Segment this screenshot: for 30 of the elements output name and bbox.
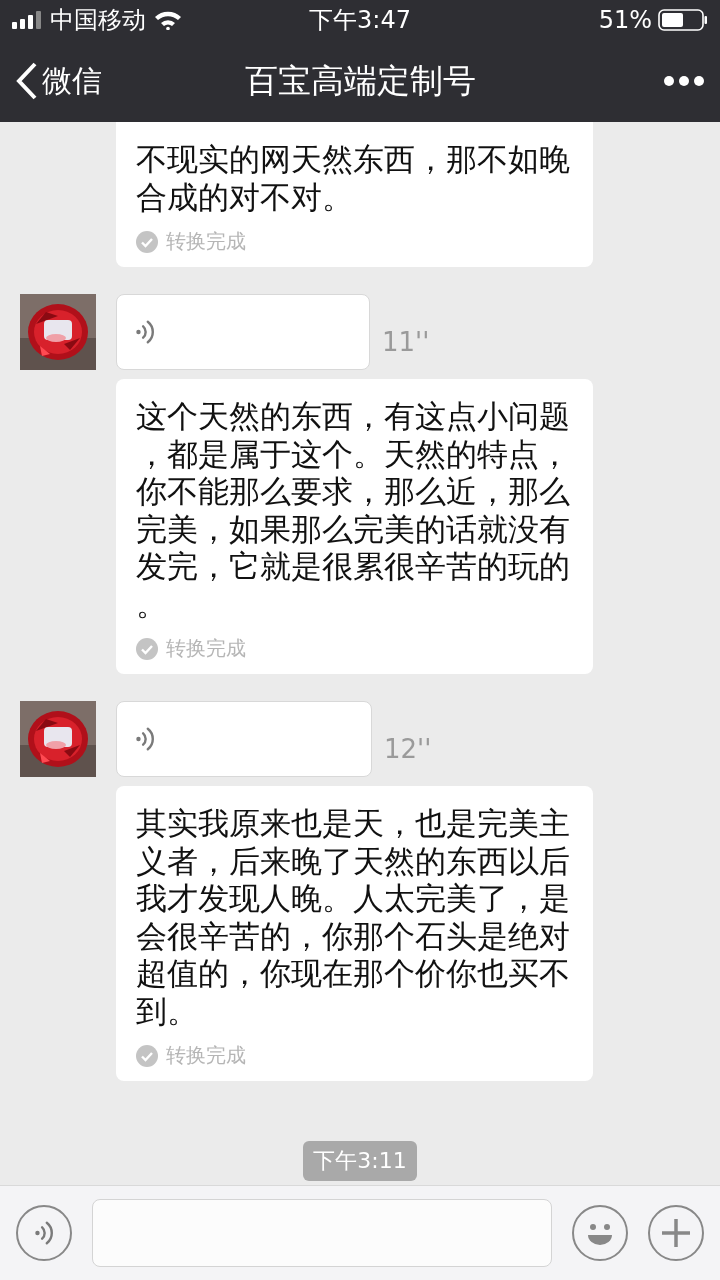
plus-button[interactable] (648, 1205, 704, 1261)
transcription-status: 转换完成 (166, 635, 246, 662)
check-icon (136, 1044, 158, 1067)
chat-title: 百宝高端定制号 (244, 60, 476, 100)
transcription-status: 转换完成 (166, 228, 246, 255)
voice-icon (135, 725, 155, 753)
clock: 下午3:47 (309, 5, 411, 36)
message-text: 其实我原来也是天，也是完美主义者，后来晚了天然的东西以后我才发现人晚。人太完美了，是会很辛苦的，你那个石头是绝对超值的，你现在那个价你也买不到。 (136, 805, 571, 1030)
timestamp: 下午3:11 (303, 1141, 417, 1181)
transcription-status: 转换完成 (166, 1042, 246, 1069)
voice-duration: 12'' (384, 734, 432, 764)
chevron-left-icon (16, 62, 38, 100)
battery-icon (658, 9, 708, 31)
message-text: 这个天然的东西，有这点小问题，都是属于这个。天然的特点，你不能那么要求，那么近，那么完美，如果那么完美的话就没有发完，它就是很累很辛苦的玩的。 (136, 398, 571, 623)
voice-input-button[interactable] (16, 1205, 72, 1261)
message-text: 不现实的网天然东西，那不如晚合成的对不对。 (136, 141, 571, 216)
signal-icon (12, 11, 42, 29)
back-button[interactable]: 微信 (16, 60, 146, 102)
more-icon[interactable] (664, 76, 704, 86)
voice-icon (135, 318, 155, 346)
emoji-button[interactable] (572, 1205, 628, 1261)
voice-duration: 11'' (382, 327, 430, 357)
message-input[interactable] (92, 1199, 552, 1267)
voice-icon (34, 1219, 54, 1247)
check-icon (136, 230, 158, 253)
carrier-name: 中国移动 (50, 5, 146, 36)
battery-percent: 51% (598, 6, 652, 34)
plus-icon (660, 1217, 692, 1249)
wifi-icon (154, 10, 182, 30)
check-icon (136, 637, 158, 660)
